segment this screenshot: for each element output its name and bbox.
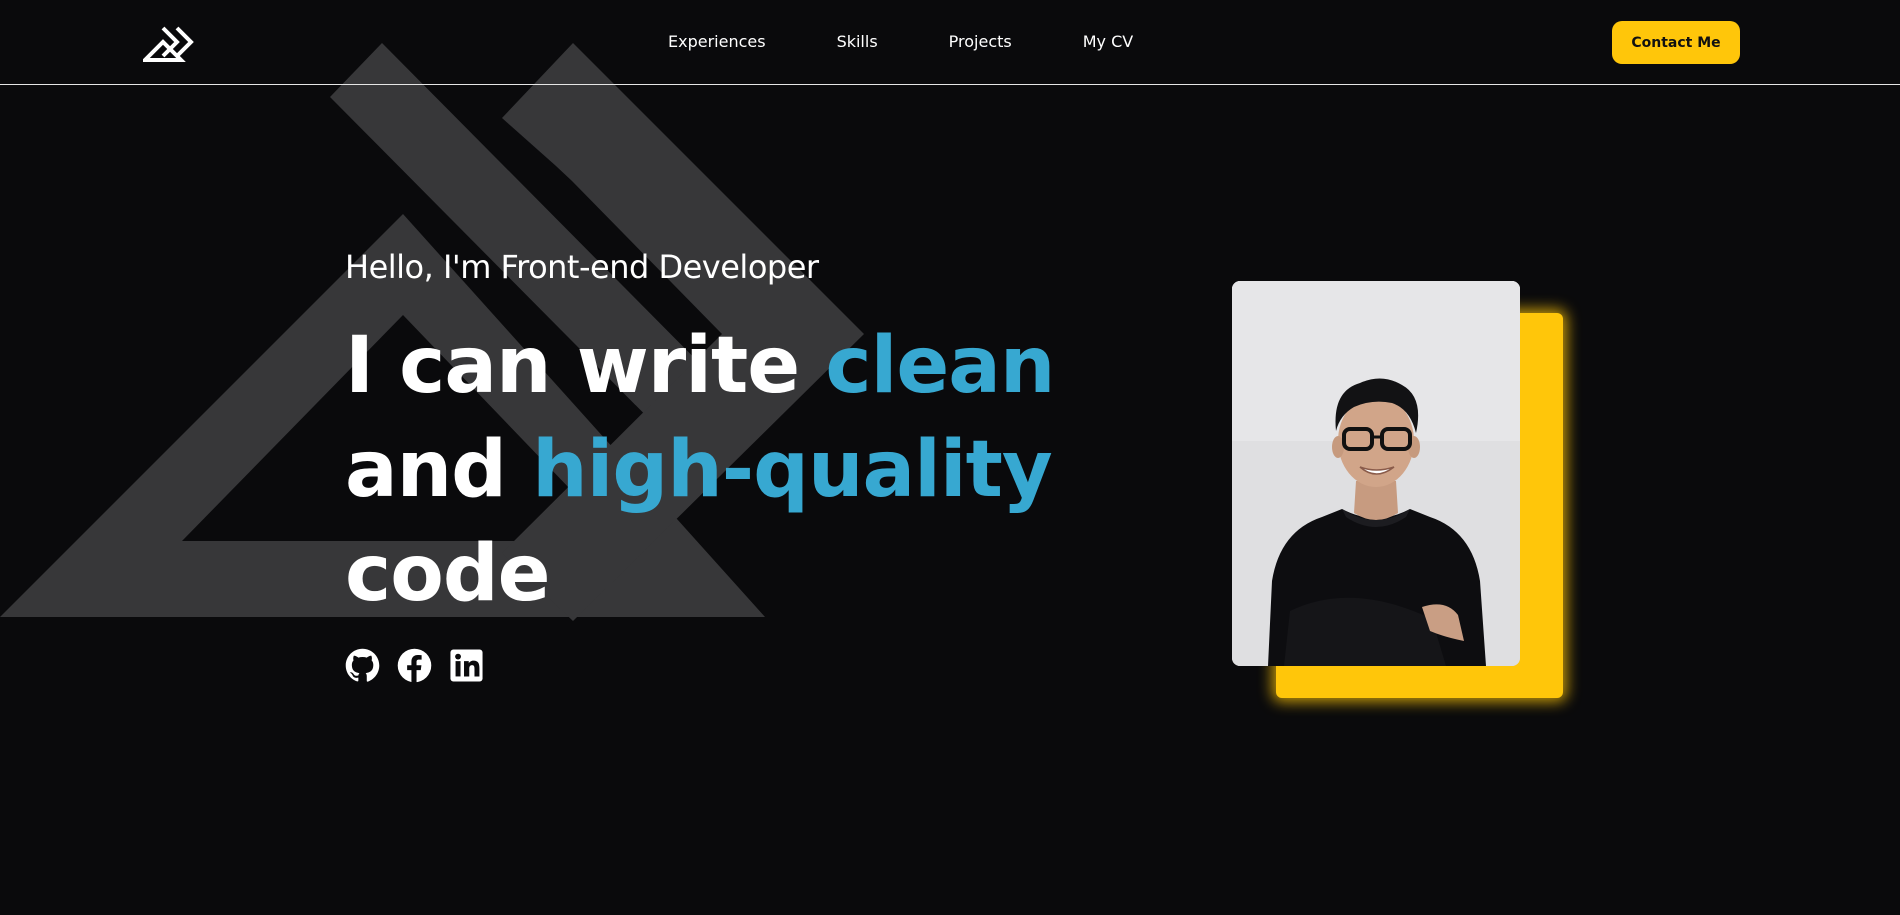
headline-text-plain: I can write <box>345 321 826 411</box>
linkedin-icon[interactable] <box>449 648 484 683</box>
nav-link-projects[interactable]: Projects <box>949 32 1012 51</box>
facebook-icon[interactable] <box>397 648 432 683</box>
headline-line-1: I can write clean <box>345 314 1055 418</box>
portrait-frame <box>1232 281 1563 698</box>
headline-line-3: code <box>345 522 1054 626</box>
social-links <box>345 648 1054 683</box>
portfolio-page: Experiences Skills Projects My CV Contac… <box>0 0 1900 915</box>
nav-link-skills[interactable]: Skills <box>837 32 878 51</box>
headline-line-2: and high-quality <box>345 418 1054 522</box>
nav-link-my-cv[interactable]: My CV <box>1083 32 1133 51</box>
nav-link-experiences[interactable]: Experiences <box>668 32 766 51</box>
main-nav: Experiences Skills Projects My CV <box>668 32 1133 51</box>
profile-photo <box>1232 281 1520 666</box>
headline-text-accent: clean <box>825 321 1055 411</box>
hero-headline: I can write clean and high-quality code <box>345 314 1055 626</box>
github-icon[interactable] <box>345 648 380 683</box>
site-header: Experiences Skills Projects My CV Contac… <box>0 0 1900 85</box>
headline-text-plain: code <box>345 529 551 619</box>
contact-me-button[interactable]: Contact Me <box>1612 21 1740 64</box>
headline-text-accent: high-quality <box>532 425 1053 515</box>
hero-intro: Hello, I'm Front-end Developer I can wri… <box>345 248 1055 683</box>
double-chevron-logo-icon[interactable] <box>143 24 199 62</box>
hero-greeting: Hello, I'm Front-end Developer <box>345 248 819 286</box>
headline-text-plain: and <box>345 425 533 515</box>
